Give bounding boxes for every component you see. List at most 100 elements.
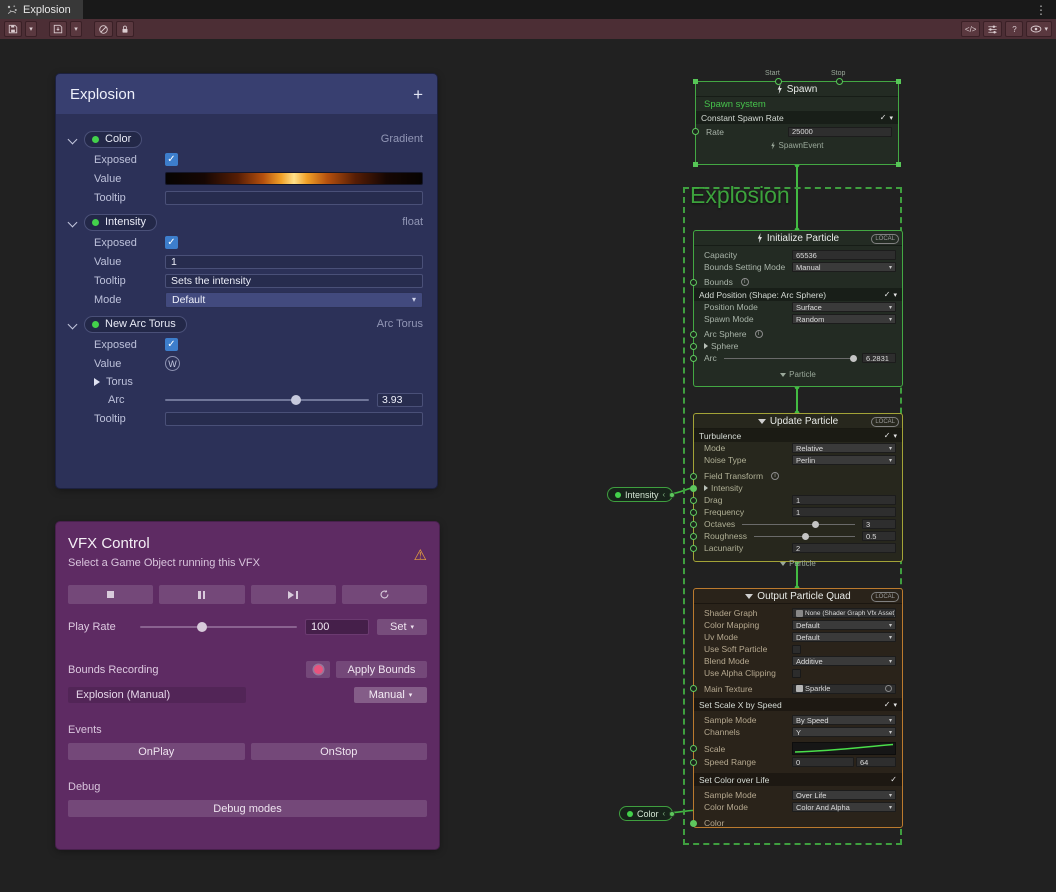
noise-type-dropdown[interactable]: Perlin▾ bbox=[792, 455, 896, 465]
object-picker-icon[interactable] bbox=[885, 685, 892, 692]
play-rate-value-field[interactable]: 100 bbox=[305, 619, 369, 635]
block-enabled-check-icon[interactable]: ✓ bbox=[884, 290, 891, 299]
position-mode-dropdown[interactable]: Surface▾ bbox=[792, 302, 896, 312]
param-node-intensity[interactable]: Intensity ‹ bbox=[607, 487, 673, 502]
add-position-block[interactable]: Add Position (Shape: Arc Sphere) ✓▾ bbox=[694, 288, 902, 301]
lacunarity-field[interactable]: 2 bbox=[792, 543, 896, 553]
intensity-tooltip-input[interactable]: Sets the intensity bbox=[165, 274, 423, 288]
sample-mode2-dropdown[interactable]: Over Life▾ bbox=[792, 790, 896, 800]
restart-button[interactable] bbox=[342, 585, 427, 604]
graph-canvas[interactable]: Explosion Start Stop Spawn Spawn system … bbox=[0, 39, 1056, 892]
mode-dropdown[interactable]: Relative▾ bbox=[792, 443, 896, 453]
frequency-port[interactable] bbox=[690, 509, 697, 516]
color-exposed-checkbox[interactable]: ✓ bbox=[165, 153, 178, 166]
stop-button[interactable] bbox=[68, 585, 153, 604]
shader-graph-object-field[interactable]: None (Shader Graph Vfx Asset) bbox=[792, 608, 896, 618]
spawn-node[interactable]: Start Stop Spawn Spawn system Constant S… bbox=[695, 81, 899, 165]
param-node-color[interactable]: Color ‹ bbox=[619, 806, 673, 821]
octaves-port[interactable] bbox=[690, 521, 697, 528]
property-pill-intensity[interactable]: Intensity bbox=[84, 214, 157, 231]
foldout-triangle-icon[interactable] bbox=[704, 343, 708, 349]
visibility-button[interactable]: ▾ bbox=[1026, 21, 1052, 37]
add-property-button[interactable]: + bbox=[413, 86, 423, 103]
set-button[interactable]: Set ▾ bbox=[377, 619, 427, 635]
arc-slider[interactable] bbox=[165, 393, 369, 407]
collapse-chevron-icon[interactable]: ▾ bbox=[893, 701, 897, 709]
spawn-event-output[interactable]: SpawnEvent bbox=[696, 139, 898, 152]
color-gradient-field[interactable] bbox=[165, 172, 423, 185]
onstop-button[interactable]: OnStop bbox=[251, 743, 428, 760]
system-label[interactable]: Explosion bbox=[690, 182, 790, 209]
play-rate-slider[interactable] bbox=[140, 620, 297, 634]
arc-field[interactable]: 6.2831 bbox=[862, 353, 896, 363]
bounds-port[interactable] bbox=[690, 279, 697, 286]
save-dropdown-button[interactable]: ▾ bbox=[25, 21, 37, 37]
rate-field[interactable]: 25000 bbox=[788, 127, 892, 137]
blend-mode-dropdown[interactable]: Additive▾ bbox=[792, 656, 896, 666]
manual-button[interactable]: Manual ▾ bbox=[354, 687, 427, 703]
color-mapping-dropdown[interactable]: Default▾ bbox=[792, 620, 896, 630]
spawn-mode-dropdown[interactable]: Random▾ bbox=[792, 314, 896, 324]
arc-sphere-port[interactable] bbox=[690, 331, 697, 338]
block-enabled-check-icon[interactable]: ✓ bbox=[890, 775, 897, 784]
foldout-triangle-icon[interactable] bbox=[94, 378, 100, 386]
save-all-dropdown-button[interactable]: ▾ bbox=[70, 21, 82, 37]
graph-settings-button[interactable] bbox=[983, 21, 1002, 37]
initialize-node[interactable]: Initialize Particle LOCAL Capacity 65536… bbox=[693, 230, 903, 387]
alpha-clipping-checkbox[interactable] bbox=[792, 669, 801, 678]
pause-button[interactable] bbox=[159, 585, 244, 604]
field-transform-port[interactable] bbox=[690, 473, 697, 480]
scale-curve-field[interactable] bbox=[792, 742, 896, 755]
code-view-button[interactable]: </> bbox=[961, 21, 981, 37]
scale-port[interactable] bbox=[690, 745, 697, 752]
arc-slider[interactable] bbox=[724, 353, 855, 363]
sample-mode-dropdown[interactable]: By Speed▾ bbox=[792, 715, 896, 725]
slider-thumb[interactable] bbox=[197, 622, 207, 632]
property-pill-arc-torus[interactable]: New Arc Torus bbox=[84, 316, 187, 333]
collapse-chevron-icon[interactable]: ‹ bbox=[663, 490, 666, 499]
octaves-slider[interactable] bbox=[742, 519, 855, 529]
arc-value-field[interactable]: 3.93 bbox=[377, 393, 423, 407]
soft-particle-checkbox[interactable] bbox=[792, 645, 801, 654]
color-tooltip-input[interactable] bbox=[165, 191, 423, 205]
color-mode-dropdown[interactable]: Color And Alpha▾ bbox=[792, 802, 896, 812]
drag-port[interactable] bbox=[690, 497, 697, 504]
arc-port[interactable] bbox=[690, 355, 697, 362]
set-color-block[interactable]: Set Color over Life ✓ bbox=[694, 773, 902, 786]
uv-mode-dropdown[interactable]: Default▾ bbox=[792, 632, 896, 642]
apply-bounds-button[interactable]: Apply Bounds bbox=[336, 661, 427, 678]
link-toggle-button[interactable] bbox=[94, 21, 113, 37]
turbulence-block[interactable]: Turbulence ✓▾ bbox=[694, 429, 902, 442]
collapse-chevron-icon[interactable]: ▾ bbox=[893, 291, 897, 299]
vfx-control-panel[interactable]: VFX Control Select a Game Object running… bbox=[56, 522, 439, 849]
onplay-button[interactable]: OnPlay bbox=[68, 743, 245, 760]
roughness-slider[interactable] bbox=[754, 531, 855, 541]
debug-modes-button[interactable]: Debug modes bbox=[68, 800, 427, 817]
blackboard-panel[interactable]: Explosion + Color Gradient Exposed ✓ Val… bbox=[56, 74, 437, 488]
save-all-button[interactable] bbox=[49, 21, 67, 37]
param-output-port[interactable] bbox=[669, 492, 675, 498]
block-enabled-check-icon[interactable]: ✓ bbox=[884, 700, 891, 709]
intensity-exposed-checkbox[interactable]: ✓ bbox=[165, 236, 178, 249]
collapse-chevron-icon[interactable]: ▾ bbox=[889, 114, 893, 122]
initialize-flow-output[interactable]: Particle bbox=[694, 368, 902, 381]
property-pill-color[interactable]: Color bbox=[84, 131, 142, 148]
block-enabled-check-icon[interactable]: ✓ bbox=[884, 431, 891, 440]
speed-range-port[interactable] bbox=[690, 759, 697, 766]
slider-thumb[interactable] bbox=[812, 521, 819, 528]
lock-toggle-button[interactable] bbox=[116, 21, 134, 37]
collapse-chevron-icon[interactable]: ‹ bbox=[663, 809, 666, 818]
speed-min-field[interactable]: 0 bbox=[792, 757, 854, 767]
tab-explosion[interactable]: Explosion bbox=[0, 0, 83, 19]
drag-field[interactable]: 1 bbox=[792, 495, 896, 505]
record-button[interactable] bbox=[306, 661, 330, 678]
constant-spawn-rate-block[interactable]: Constant Spawn Rate ✓▾ bbox=[696, 111, 898, 124]
attach-target-field[interactable]: Explosion (Manual) bbox=[68, 687, 246, 703]
more-menu-button[interactable]: ⋮ bbox=[1026, 0, 1056, 19]
capacity-field[interactable]: 65536 bbox=[792, 250, 896, 260]
slider-thumb[interactable] bbox=[291, 395, 301, 405]
output-node[interactable]: Output Particle Quad LOCAL Shader Graph … bbox=[693, 588, 903, 828]
chevron-down-icon[interactable] bbox=[68, 319, 78, 329]
speed-max-field[interactable]: 64 bbox=[856, 757, 896, 767]
update-flow-output[interactable]: Particle bbox=[694, 557, 902, 570]
